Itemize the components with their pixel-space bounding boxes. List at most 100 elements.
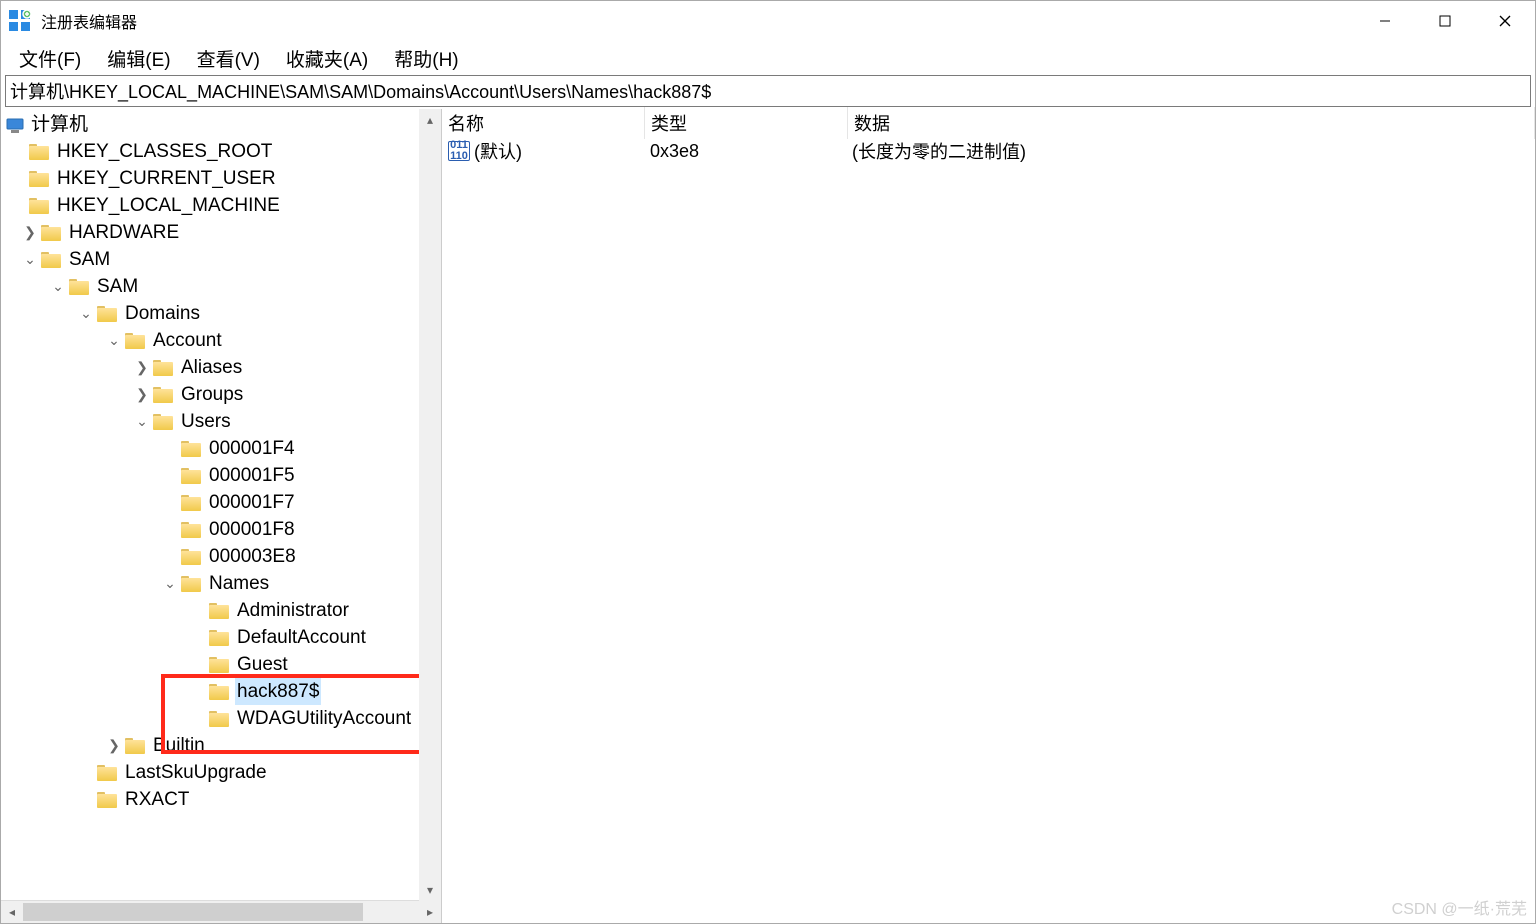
folder-icon	[125, 333, 145, 349]
value-name: (默认)	[474, 138, 522, 164]
minimize-button[interactable]	[1355, 1, 1415, 41]
tree-label: HKEY_CLASSES_ROOT	[55, 138, 274, 165]
scroll-up-button[interactable]: ▴	[419, 109, 441, 131]
chevron-down-icon[interactable]: ⌄	[161, 575, 179, 593]
tree-aliases[interactable]: ❯ Aliases	[1, 354, 441, 381]
cell-name: 011110 (默认)	[442, 136, 644, 166]
scroll-down-button[interactable]: ▾	[419, 879, 441, 901]
chevron-down-icon[interactable]: ⌄	[133, 413, 151, 431]
tree-label: hack887$	[235, 678, 321, 705]
folder-icon	[153, 360, 173, 376]
binary-value-icon: 011110	[448, 141, 470, 161]
registry-editor-window: 注册表编辑器 文件(F) 编辑(E) 查看(V) 收藏夹(A) 帮助(H) 计算…	[0, 0, 1536, 924]
tree-label: 000001F7	[207, 489, 297, 516]
chevron-right-icon[interactable]: ❯	[133, 386, 151, 404]
tree-label: Names	[207, 570, 271, 597]
folder-icon	[41, 252, 61, 268]
tree-hkcu[interactable]: HKEY_CURRENT_USER	[1, 165, 441, 192]
cell-data: (长度为零的二进制值)	[846, 136, 1535, 166]
tree-sam1[interactable]: ⌄ SAM	[1, 246, 441, 273]
tree-sam2[interactable]: ⌄SAM	[1, 273, 441, 300]
tree-label: LastSkuUpgrade	[123, 759, 269, 786]
list-header: 名称 类型 数据	[442, 109, 1535, 137]
menu-view[interactable]: 查看(V)	[185, 41, 272, 76]
folder-icon	[97, 765, 117, 781]
tree-user-1f7[interactable]: 000001F7	[1, 489, 441, 516]
window-title: 注册表编辑器	[41, 9, 137, 33]
values-pane: 名称 类型 数据 011110 (默认) 0x3e8 (长度为零的二进制值)	[442, 109, 1535, 923]
chevron-down-icon[interactable]: ⌄	[49, 278, 67, 296]
tree-label: HARDWARE	[67, 219, 181, 246]
tree-user-1f8[interactable]: 000001F8	[1, 516, 441, 543]
tree-groups[interactable]: ❯Groups	[1, 381, 441, 408]
chevron-right-icon[interactable]: ❯	[21, 224, 39, 242]
chevron-right-icon[interactable]: ❯	[133, 359, 151, 377]
menu-edit[interactable]: 编辑(E)	[95, 41, 182, 76]
folder-icon	[181, 495, 201, 511]
folder-icon	[153, 387, 173, 403]
tree-hklm[interactable]: HKEY_LOCAL_MACHINE	[1, 192, 441, 219]
menu-file[interactable]: 文件(F)	[7, 41, 93, 76]
scroll-track[interactable]	[23, 901, 419, 923]
tree-name-hack887[interactable]: hack887$	[1, 678, 441, 705]
scroll-thumb[interactable]	[23, 903, 363, 921]
tree-lastsku[interactable]: LastSkuUpgrade	[1, 759, 441, 786]
menu-favorites[interactable]: 收藏夹(A)	[274, 41, 380, 76]
folder-icon	[41, 225, 61, 241]
folder-icon	[181, 468, 201, 484]
tree-horizontal-scrollbar[interactable]: ◂ ▸	[1, 900, 441, 923]
tree-vertical-scrollbar[interactable]: ▴ ▾	[419, 109, 441, 901]
folder-icon	[181, 441, 201, 457]
tree-label: 000001F5	[207, 462, 297, 489]
tree-domains[interactable]: ⌄Domains	[1, 300, 441, 327]
chevron-down-icon[interactable]: ⌄	[21, 251, 39, 269]
tree-account[interactable]: ⌄ Account	[1, 327, 441, 354]
tree-label: WDAGUtilityAccount	[235, 705, 413, 732]
chevron-down-icon[interactable]: ⌄	[77, 305, 95, 323]
tree-label: SAM	[67, 246, 112, 273]
body: 计算机 HKEY_CLASSES_ROOT HKEY_CURRENT_USER …	[1, 109, 1535, 923]
tree-user-1f5[interactable]: 000001F5	[1, 462, 441, 489]
tree-label: Account	[151, 327, 224, 354]
tree-names[interactable]: ⌄ Names	[1, 570, 441, 597]
col-name[interactable]: 名称	[442, 107, 645, 139]
scroll-right-button[interactable]: ▸	[419, 901, 441, 923]
tree-name-wdagutility[interactable]: WDAGUtilityAccount	[1, 705, 441, 732]
tree-root[interactable]: 计算机	[1, 111, 441, 138]
tree-label: RXACT	[123, 786, 191, 813]
folder-icon	[181, 576, 201, 592]
list-row[interactable]: 011110 (默认) 0x3e8 (长度为零的二进制值)	[442, 137, 1535, 165]
folder-icon	[69, 279, 89, 295]
tree-label: Aliases	[179, 354, 244, 381]
close-button[interactable]	[1475, 1, 1535, 41]
tree-rxact[interactable]: RXACT	[1, 786, 441, 813]
tree-user-3e8[interactable]: 000003E8	[1, 543, 441, 570]
cell-type: 0x3e8	[644, 139, 846, 164]
col-data[interactable]: 数据	[848, 107, 1535, 139]
maximize-button[interactable]	[1415, 1, 1475, 41]
registry-tree[interactable]: 计算机 HKEY_CLASSES_ROOT HKEY_CURRENT_USER …	[1, 109, 441, 900]
titlebar: 注册表编辑器	[1, 1, 1535, 41]
list-body[interactable]: 011110 (默认) 0x3e8 (长度为零的二进制值)	[442, 137, 1535, 923]
menu-help[interactable]: 帮助(H)	[382, 41, 470, 76]
tree-hardware[interactable]: ❯ HARDWARE	[1, 219, 441, 246]
tree-users[interactable]: ⌄Users	[1, 408, 441, 435]
scroll-left-button[interactable]: ◂	[1, 901, 23, 923]
tree-name-defaultaccount[interactable]: DefaultAccount	[1, 624, 441, 651]
tree-name-guest[interactable]: Guest	[1, 651, 441, 678]
tree-hkcr[interactable]: HKEY_CLASSES_ROOT	[1, 138, 441, 165]
chevron-down-icon[interactable]: ⌄	[105, 332, 123, 350]
tree-label: 计算机	[29, 111, 90, 138]
tree-name-administrator[interactable]: Administrator	[1, 597, 441, 624]
folder-icon	[29, 198, 49, 214]
tree-builtin[interactable]: ❯Builtin	[1, 732, 441, 759]
folder-icon	[209, 603, 229, 619]
address-bar[interactable]: 计算机\HKEY_LOCAL_MACHINE\SAM\SAM\Domains\A…	[5, 75, 1531, 107]
col-type[interactable]: 类型	[645, 107, 848, 139]
chevron-right-icon[interactable]: ❯	[105, 737, 123, 755]
tree-label: 000001F4	[207, 435, 297, 462]
tree-label: 000001F8	[207, 516, 297, 543]
folder-icon	[29, 144, 49, 160]
tree-label: 000003E8	[207, 543, 298, 570]
tree-user-1f4[interactable]: 000001F4	[1, 435, 441, 462]
